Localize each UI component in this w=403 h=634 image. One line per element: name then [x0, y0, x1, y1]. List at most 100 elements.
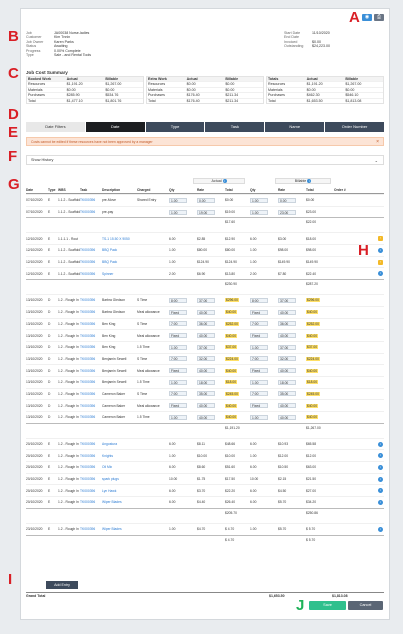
value-input[interactable]: 40.00 [197, 414, 215, 420]
close-icon[interactable]: × [376, 138, 379, 146]
value-input[interactable]: 19.00 [197, 209, 215, 215]
value-input[interactable]: 37.00 [197, 344, 215, 350]
tab-3[interactable]: Task [205, 122, 265, 132]
value-input[interactable]: 40.00 [278, 333, 296, 339]
task-link[interactable]: TK000396 [80, 404, 95, 408]
task-link[interactable]: TK000396 [80, 248, 95, 252]
info-icon[interactable]: i [378, 526, 383, 532]
tab-4[interactable]: Name [265, 122, 325, 132]
table-row[interactable]: 20/10/2020 E 1.2 - Rough In TK000396 Lyn Haw… [26, 484, 384, 496]
description[interactable]: Lyn Hawk [102, 489, 116, 493]
table-row[interactable]: 13/10/2020 D 1.2 - Rough In TK000396 Cameron… [26, 387, 384, 400]
value-input[interactable]: 1.00 [250, 379, 268, 385]
table-row[interactable]: 07/10/2020 E 1.1.2 - Scaffold TK000396 pre-p… [26, 205, 384, 218]
task-link[interactable]: TK000396 [80, 369, 95, 373]
task-link[interactable]: TK000396 [80, 345, 95, 349]
value-input[interactable]: Fixed [169, 368, 187, 374]
value-input[interactable]: 7:00 [250, 356, 268, 362]
info-icon[interactable]: i [378, 441, 383, 447]
description[interactable]: Knights [102, 454, 113, 458]
table-row[interactable]: 13/10/2020 D 1.2 - Rough In TK000396 Barbra … [26, 305, 384, 318]
value-input[interactable]: 37.00 [197, 297, 215, 303]
eye-icon[interactable]: ◉ [362, 14, 372, 21]
value-input[interactable]: 40.00 [197, 333, 215, 339]
description[interactable]: spark plugs [102, 477, 119, 481]
value-input[interactable]: 1.00 [250, 344, 268, 350]
task-link[interactable]: TK000396 [80, 477, 95, 481]
value-input[interactable]: 8:00 [250, 297, 268, 303]
value-input[interactable]: 40.00 [197, 368, 215, 374]
description[interactable]: BBQ Pack [102, 260, 117, 264]
task-link[interactable]: TK000396 [80, 527, 95, 531]
table-row[interactable]: 20/10/2020 E 1.2 - Rough In TK000396 Oil Mix… [26, 461, 384, 473]
value-input[interactable]: 40.00 [278, 368, 296, 374]
value-input[interactable]: Fixed [250, 309, 268, 315]
value-input[interactable]: 1.00 [169, 379, 187, 385]
value-input[interactable]: 36.00 [197, 321, 215, 327]
description[interactable]: Spinner [102, 272, 113, 276]
table-row[interactable]: 07/10/2020 E 1.1.2 - Scaffold TK000396 pre-M… [26, 194, 384, 206]
info-icon[interactable]: i [378, 453, 383, 459]
tab-5[interactable]: Order Number [325, 122, 384, 132]
task-link[interactable]: TK000396 [80, 454, 95, 458]
table-row[interactable]: 20/10/2020 E 1.2 - Rough In TK000396 Knights… [26, 449, 384, 461]
value-input[interactable]: 7:00 [169, 356, 187, 362]
value-input[interactable]: 35.00 [197, 391, 215, 397]
value-input[interactable]: Fixed [250, 333, 268, 339]
value-input[interactable]: 40.00 [197, 403, 215, 409]
tab-0[interactable]: Date Filters [26, 122, 85, 132]
task-link[interactable]: TK000396 [80, 500, 95, 504]
value-input[interactable]: Fixed [169, 333, 187, 339]
value-input[interactable]: 1.00 [250, 414, 268, 420]
tab-1[interactable]: Date [85, 122, 145, 132]
warning-icon[interactable]: ! [378, 259, 383, 265]
task-link[interactable]: TK000396 [80, 322, 95, 326]
value-input[interactable]: 37.00 [278, 344, 296, 350]
value-input[interactable]: 18.00 [197, 379, 215, 385]
table-row[interactable]: 20/10/2020 E 1.2 - Rough In TK000396 spark p… [26, 472, 384, 485]
task-link[interactable]: TK000396 [80, 442, 95, 446]
table-row[interactable]: 13/10/2020 D 1.2 - Rough In TK000396 Benjami… [26, 364, 384, 376]
table-row[interactable]: 13/10/2020 D 1.2 - Rough In TK000396 Benjami… [26, 375, 384, 388]
value-input[interactable]: 8:00 [169, 297, 187, 303]
info-icon[interactable]: i [378, 271, 383, 277]
info-icon[interactable]: i [307, 179, 312, 184]
tab-2[interactable]: Type [145, 122, 205, 132]
table-row[interactable]: 13/10/2020 D 1.2 - Rough In TK000396 Ben Kin… [26, 340, 384, 353]
task-link[interactable]: TK000396 [80, 198, 95, 202]
value-input[interactable]: 40.00 [278, 309, 296, 315]
value-input[interactable]: 0.00 [278, 197, 296, 203]
value-input[interactable]: 7:00 [250, 321, 268, 327]
info-icon[interactable]: i [222, 179, 227, 184]
value-input[interactable]: 36.00 [278, 321, 296, 327]
table-row[interactable]: 13/10/2020 D 1.2 - Rough In TK000396 Cameron… [26, 411, 384, 423]
save-button[interactable]: Save [309, 601, 346, 610]
task-link[interactable]: TK000396 [80, 272, 95, 276]
task-link[interactable]: TK000396 [80, 380, 95, 384]
table-row[interactable]: 13/10/2020 D 1.2 - Rough In TK000396 Barbra … [26, 294, 384, 306]
table-row[interactable]: 12/10/2020 E 1.1.2 - Scaffold TK000396 Spinn… [26, 267, 384, 279]
task-link[interactable]: TK000396 [80, 392, 95, 396]
table-row[interactable]: 13/10/2020 D 1.2 - Rough In TK000396 Ben Kin… [26, 317, 384, 330]
value-input[interactable]: 32.00 [197, 356, 215, 362]
info-icon[interactable]: i [378, 247, 383, 253]
task-link[interactable]: TK000396 [80, 298, 95, 302]
value-input[interactable]: 1.00 [250, 209, 268, 215]
table-row[interactable]: 12/10/2020 E 1.1.2 - Scaffold TK000396 BBQ P… [26, 255, 384, 268]
table-row[interactable]: 13/10/2020 D 1.2 - Rough In TK000396 Ben Kin… [26, 329, 384, 341]
value-input[interactable]: 1.00 [169, 414, 187, 420]
task-link[interactable]: TK000396 [80, 465, 95, 469]
description[interactable]: Wiper Blades [102, 500, 122, 504]
table-row[interactable]: 20/10/2020 E 1.2 - Rough In TK000396 Wiper B… [26, 496, 384, 508]
value-input[interactable]: 1.00 [169, 344, 187, 350]
value-input[interactable]: 40.00 [197, 309, 215, 315]
value-input[interactable]: 18.00 [278, 379, 296, 385]
value-input[interactable]: 37.00 [278, 297, 296, 303]
value-input[interactable]: 7:00 [169, 391, 187, 397]
print-icon[interactable]: ⎙ [374, 14, 384, 21]
task-link[interactable]: TK000396 [80, 210, 95, 214]
task-link[interactable]: TK000396 [80, 489, 95, 493]
value-input[interactable]: 7:00 [250, 391, 268, 397]
table-row[interactable]: 12/10/2020 E 1.1.2 - Scaffold TK000396 BBQ P… [26, 244, 384, 256]
info-icon[interactable]: i [378, 476, 383, 482]
